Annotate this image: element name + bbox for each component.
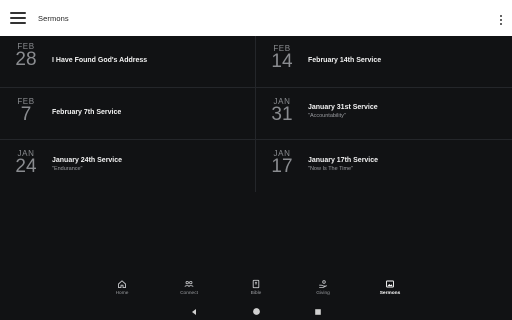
home-circle-icon[interactable] <box>251 307 261 317</box>
sermon-info: January 31st Service "Accountability" <box>308 104 378 119</box>
people-icon <box>184 280 194 287</box>
sermon-date: JAN 31 <box>266 98 298 125</box>
bottom-navigation: Home Connect Bible Giving Sermons <box>0 279 512 301</box>
sermon-date: FEB 28 <box>10 43 42 70</box>
sermon-date: FEB 7 <box>10 98 42 125</box>
sermon-info: I Have Found God's Address <box>52 57 147 64</box>
back-icon[interactable] <box>189 307 199 317</box>
sermon-day: 24 <box>15 156 37 177</box>
sermon-subtitle: "Accountability" <box>308 113 346 119</box>
page-title: Sermons <box>38 13 69 23</box>
sermon-card[interactable]: JAN 31 January 31st Service "Accountabil… <box>256 88 512 139</box>
sermon-day: 31 <box>271 104 293 125</box>
sermon-row: FEB 7 February 7th Service JAN 31 Januar… <box>0 88 512 140</box>
sermon-row: JAN 24 January 24th Service "Endurance" … <box>0 140 512 192</box>
nav-item-sermons[interactable]: Sermons <box>357 279 424 301</box>
sermon-info: February 7th Service <box>52 109 121 116</box>
nav-label: Sermons <box>379 291 401 296</box>
sermon-title: I Have Found God's Address <box>52 57 148 64</box>
app-bar: Sermons <box>0 0 512 36</box>
sermon-card[interactable]: FEB 28 I Have Found God's Address <box>0 36 256 87</box>
nav-label: Connect <box>180 291 198 296</box>
sermon-title: January 24th Service <box>52 157 123 164</box>
sermon-title: January 31st Service <box>308 104 378 111</box>
sermon-card[interactable]: JAN 17 January 17th Service "Now Is The … <box>256 140 512 192</box>
sermon-day: 7 <box>20 104 32 125</box>
sermon-day: 14 <box>271 51 293 72</box>
sermon-day: 28 <box>15 49 37 70</box>
nav-item-bible[interactable]: Bible <box>223 279 290 301</box>
system-navigation-bar <box>0 303 512 320</box>
sermon-title: February 7th Service <box>52 109 122 116</box>
sermon-info: January 24th Service "Endurance" <box>52 157 122 172</box>
sermon-grid: FEB 28 I Have Found God's Address FEB 14… <box>0 36 512 192</box>
recents-icon[interactable] <box>313 307 323 317</box>
sermon-date: FEB 14 <box>266 45 298 72</box>
hamburger-menu-icon[interactable] <box>10 12 26 24</box>
sermon-card[interactable]: FEB 14 February 14th Service <box>256 36 512 87</box>
nav-item-connect[interactable]: Connect <box>156 279 223 301</box>
sermon-info: January 17th Service "Now Is The Time" <box>308 157 378 172</box>
sermon-row: FEB 28 I Have Found God's Address FEB 14… <box>0 36 512 88</box>
nav-item-home[interactable]: Home <box>89 279 156 301</box>
sermon-info: February 14th Service <box>308 57 381 64</box>
more-vertical-icon[interactable] <box>499 15 503 25</box>
sermon-card[interactable]: FEB 7 February 7th Service <box>0 88 256 139</box>
sermon-day: 17 <box>271 156 293 177</box>
sermon-date: JAN 17 <box>266 150 298 177</box>
image-icon <box>386 280 394 288</box>
book-icon <box>252 279 260 289</box>
giving-hand-icon <box>319 280 327 288</box>
sermon-title: February 14th Service <box>308 57 382 64</box>
home-icon <box>118 280 126 289</box>
sermon-date: JAN 24 <box>10 150 42 177</box>
sermon-title: January 17th Service <box>308 157 379 164</box>
sermon-card[interactable]: JAN 24 January 24th Service "Endurance" <box>0 140 256 192</box>
nav-label: Home <box>115 291 129 296</box>
nav-label: Giving <box>316 291 330 296</box>
nav-label: Bible <box>250 291 262 296</box>
sermon-subtitle: "Now Is The Time" <box>308 166 354 172</box>
nav-item-giving[interactable]: Giving <box>290 279 357 301</box>
sermon-subtitle: "Endurance" <box>52 166 83 172</box>
